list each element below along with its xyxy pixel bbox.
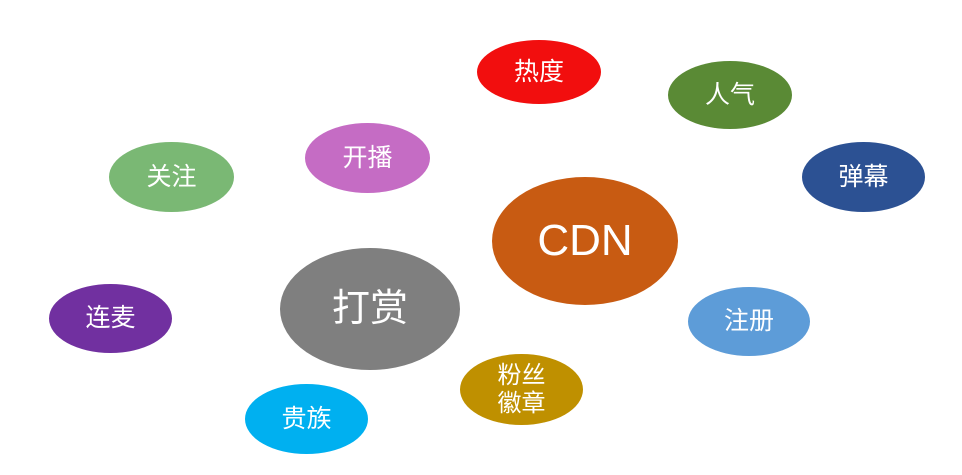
bubble-renqi: 人气	[668, 61, 792, 129]
bubble-zhuce-label: 注册	[723, 306, 774, 336]
bubble-redu: 热度	[477, 40, 601, 104]
bubble-dashang: 打赏	[280, 248, 460, 370]
bubble-guanzhu: 关注	[109, 142, 234, 212]
bubble-guizu-label: 贵族	[281, 403, 332, 433]
bubble-danmu-label: 弹幕	[838, 161, 889, 191]
bubble-cdn-label: CDN	[537, 215, 633, 265]
bubble-fensi-huizhang-label: 粉丝 徽章	[497, 360, 546, 417]
bubble-fensi-huizhang: 粉丝 徽章	[460, 354, 583, 425]
bubble-cdn: CDN	[492, 177, 678, 305]
bubble-dashang-label: 打赏	[331, 286, 408, 331]
bubble-kaibo-label: 开播	[342, 142, 393, 172]
bubble-danmu: 弹幕	[802, 142, 925, 212]
bubble-zhuce: 注册	[688, 287, 810, 356]
bubble-guizu: 贵族	[245, 384, 368, 454]
bubble-guanzhu-label: 关注	[146, 161, 197, 191]
bubble-redu-label: 热度	[513, 56, 564, 86]
bubble-lianmai: 连麦	[49, 284, 172, 353]
bubble-lianmai-label: 连麦	[85, 303, 136, 333]
bubble-renqi-label: 人气	[704, 79, 755, 109]
bubble-kaibo: 开播	[305, 123, 430, 193]
